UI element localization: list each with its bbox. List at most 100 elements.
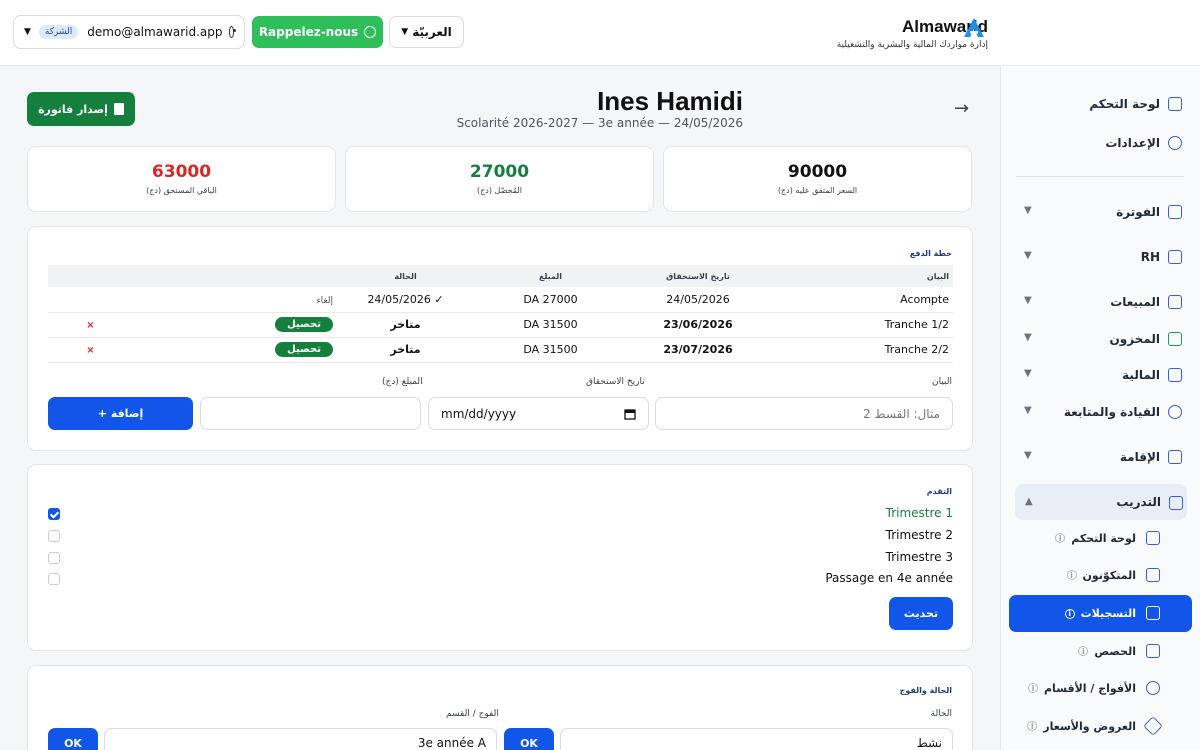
sidebar-item-monitoring[interactable]: ▼ القيادة والمتابعة xyxy=(1000,393,1200,431)
sidebar-item-label: المالية xyxy=(1122,368,1160,382)
stat-label: السعر المتفق عليه (دج) xyxy=(777,186,858,195)
sidebar-subitem-offers-prices[interactable]: i العروض والأسعار xyxy=(1000,708,1200,744)
stat-agreed-price: 90000 السعر المتفق عليه (دج) xyxy=(663,146,972,212)
due-date-input[interactable]: mm/dd/yyyy xyxy=(428,397,649,430)
label-cell: Tranche 1/2 xyxy=(773,312,953,338)
sidebar-subitem-enrollments[interactable]: i التسجيلات xyxy=(1009,595,1192,632)
status-ok-button[interactable]: OK xyxy=(504,728,554,750)
checkbox[interactable] xyxy=(48,573,60,585)
collect-button[interactable]: تحصيل xyxy=(275,317,333,332)
section-title: الحالة والفوج xyxy=(899,686,952,695)
add-installment-button[interactable]: + إضافة xyxy=(48,397,193,430)
chevron-down-icon: ▼ xyxy=(401,27,409,37)
sidebar-item-label: القيادة والمتابعة xyxy=(1063,405,1160,419)
calendar-icon xyxy=(1146,644,1160,658)
language-select[interactable]: ▼ العربيّة xyxy=(389,16,464,48)
sidebar-item-sales[interactable]: ▼ المبيعات xyxy=(1000,283,1200,321)
stat-label: الباقي المستحق (دج) xyxy=(146,186,217,195)
installment-label-input[interactable] xyxy=(655,397,953,430)
table-row: × تحصيل متاخر DA 31500 23/07/2026 Tranch… xyxy=(48,337,953,363)
section-title: خطة الدفع xyxy=(909,249,952,258)
checkbox[interactable] xyxy=(48,552,60,564)
progress-item[interactable]: Passage en 4e année xyxy=(48,568,953,590)
info-icon: i xyxy=(1066,570,1077,580)
chevron-down-icon: ▼ xyxy=(24,27,31,37)
sidebar-item-billing[interactable]: ▼ الفوترة xyxy=(1000,193,1200,231)
group-field-label: الفوج / القسم xyxy=(446,709,499,719)
chevron-down-icon: ▼ xyxy=(1024,368,1032,379)
chart-pie-icon xyxy=(1168,405,1182,419)
main-content: إصدار فاتورة Ines Hamidi Scolarité 2026-… xyxy=(0,66,1000,750)
tag-icon xyxy=(1143,716,1163,736)
callback-button[interactable]: Rappelez-nous xyxy=(252,16,383,48)
stat-value: 27000 xyxy=(469,162,530,182)
progress-item[interactable]: Trimestre 2 xyxy=(48,525,953,547)
info-icon: i xyxy=(1055,533,1066,543)
due-field-label: تاريخ الاستحقاق xyxy=(586,377,645,387)
stat-remaining: 63000 الباقي المستحق (دج) xyxy=(27,146,336,212)
amount-cell: DA 31500 xyxy=(478,337,623,363)
group-select[interactable]: 3e année A xyxy=(104,728,497,750)
status-cell: متاخر xyxy=(333,312,478,338)
back-arrow-icon[interactable]: → xyxy=(954,98,969,119)
sidebar-item-label: المبيعات xyxy=(1110,295,1160,309)
status-select[interactable]: نشط xyxy=(560,728,953,750)
clipboard-icon xyxy=(1146,606,1160,620)
sidebar-item-hr[interactable]: ▼ RH xyxy=(1000,238,1200,276)
remove-icon[interactable]: × xyxy=(86,345,94,356)
sidebar-divider xyxy=(1016,176,1184,177)
door-icon xyxy=(1168,450,1182,464)
receipt-icon xyxy=(113,103,124,115)
sidebar-item-label: الإعدادات xyxy=(1105,136,1160,150)
group-icon xyxy=(1146,681,1160,695)
sidebar-subitem-trainees[interactable]: i المتكوّنون xyxy=(1000,557,1200,593)
info-icon: i xyxy=(1078,646,1089,656)
chevron-down-icon: ▼ xyxy=(1024,250,1032,261)
label-field-label: البيان xyxy=(931,377,952,387)
group-ok-button[interactable]: OK xyxy=(48,728,98,750)
col-status: الحالة xyxy=(333,265,478,287)
users-icon xyxy=(1146,568,1160,582)
chevron-down-icon: ▼ xyxy=(1024,295,1032,306)
sidebar-subitem-sessions[interactable]: i الحصص xyxy=(1000,633,1200,669)
due-cell: 23/06/2026 xyxy=(623,312,773,338)
sidebar-item-label: لوحة التحكم xyxy=(1089,97,1160,111)
info-icon: i xyxy=(1064,608,1075,619)
sidebar-item-label: الفوترة xyxy=(1116,205,1160,219)
progress-label: Trimestre 1 xyxy=(885,506,953,520)
checkbox[interactable] xyxy=(48,530,60,542)
amount-input[interactable] xyxy=(200,397,421,430)
update-progress-button[interactable]: تحديث xyxy=(889,597,953,630)
sidebar-subitem-training-dashboard[interactable]: i لوحة التحكم xyxy=(1000,520,1200,556)
progress-label: Passage en 4e année xyxy=(825,571,953,585)
progress-item[interactable]: Trimestre 1 xyxy=(48,503,953,525)
issue-invoice-button[interactable]: إصدار فاتورة xyxy=(27,92,135,126)
collect-button[interactable]: تحصيل xyxy=(275,342,333,357)
checkbox[interactable] xyxy=(48,508,60,520)
sidebar-subitem-groups[interactable]: i الأفواج / الأقسام xyxy=(1000,670,1200,706)
sidebar-item-label: التدريب xyxy=(1116,495,1161,509)
sidebar-item-inventory[interactable]: ▼ المخزون xyxy=(1000,320,1200,358)
progress-item[interactable]: Trimestre 3 xyxy=(48,547,953,569)
sidebar-item-settings[interactable]: الإعدادات xyxy=(1000,124,1200,162)
sidebar-item-label: الإقامة xyxy=(1119,450,1160,464)
brand-tagline: إدارة مواردك المالية والبشرية والتشغيلية xyxy=(836,39,988,50)
cancel-payment-link[interactable]: إلغاء xyxy=(316,296,333,306)
user-email: demo@almawarid.app xyxy=(87,25,223,39)
sidebar-item-finance[interactable]: ▼ المالية xyxy=(1000,356,1200,394)
info-icon: i xyxy=(1027,721,1038,731)
sidebar-item-label: لوحة التحكم xyxy=(1071,531,1136,545)
table-row: × تحصيل متاخر DA 31500 23/06/2026 Tranch… xyxy=(48,312,953,338)
calendar-icon[interactable] xyxy=(624,408,636,420)
stat-label: المُحصّل (دج) xyxy=(477,186,522,195)
remove-icon[interactable]: × xyxy=(86,320,94,331)
sidebar-item-label: التسجيلات xyxy=(1080,607,1136,620)
company-user-selector[interactable]: ▼ الشركة demo@almawarid.app xyxy=(13,15,245,49)
sidebar-item-training[interactable]: ▲ التدريب xyxy=(1015,484,1187,520)
sidebar-item-residence[interactable]: ▼ الإقامة xyxy=(1000,438,1200,476)
chevron-down-icon: ▼ xyxy=(1024,405,1032,416)
page-title: Ines Hamidi xyxy=(597,86,743,116)
graduation-cap-icon xyxy=(1169,496,1183,510)
label-cell: Tranche 2/2 xyxy=(773,337,953,363)
sidebar-item-dashboard[interactable]: لوحة التحكم xyxy=(1000,85,1200,123)
